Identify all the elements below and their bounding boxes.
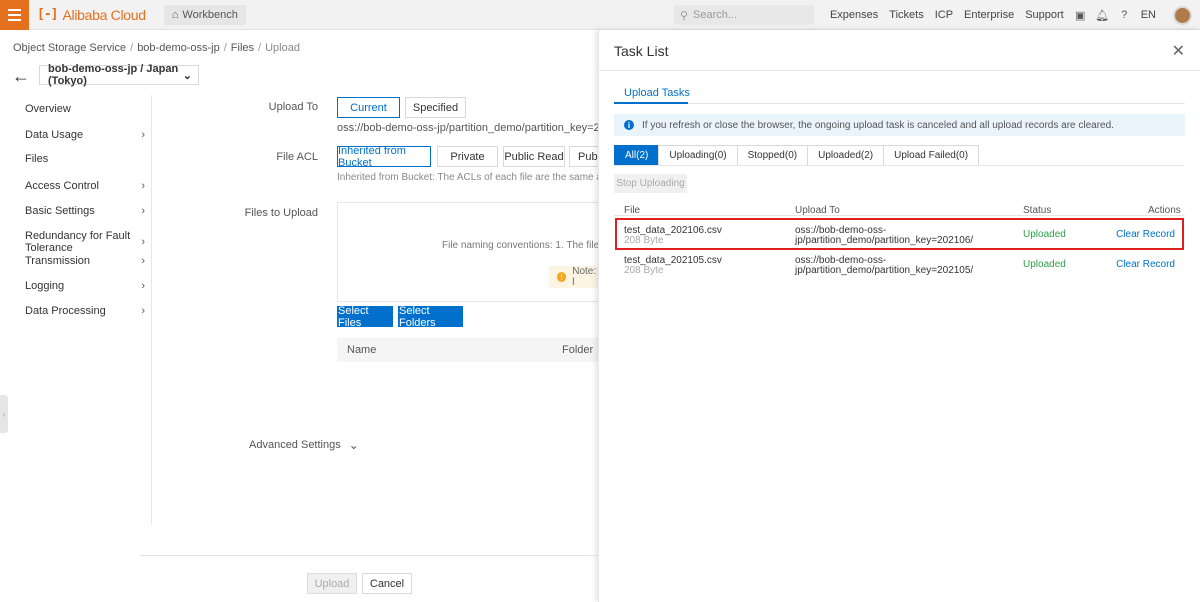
tab-upload-tasks[interactable]: Upload Tasks [614,87,700,103]
avatar[interactable] [1173,5,1192,25]
terminal-icon[interactable]: ▣ [1075,10,1086,22]
table-row: test_data_202105.csv 208 Byte oss://bob-… [614,250,1185,280]
overlay-mask [0,30,598,602]
status-filter-tabs: All(2) Uploading(0) Stopped(0) Uploaded(… [614,145,980,166]
search-icon: ⚲ [679,9,689,22]
enterprise-link[interactable]: Enterprise [964,9,1014,21]
tab-divider [614,103,1185,104]
alibaba-cloud-logo[interactable]: [-] Alibaba Cloud [37,7,146,23]
logo-text: Alibaba Cloud [62,6,146,23]
expenses-link[interactable]: Expenses [830,9,878,21]
active-tab-indicator [614,102,688,104]
icp-link[interactable]: ICP [935,9,953,21]
filter-upload-failed[interactable]: Upload Failed(0) [883,145,980,166]
support-link[interactable]: Support [1025,9,1064,21]
workbench-button[interactable]: ⌂ Workbench [163,4,246,25]
help-icon[interactable]: ? [1119,9,1130,21]
top-navigation-bar: [-] Alibaba Cloud ⌂ Workbench ⚲ Search..… [0,0,1200,30]
notification-bell-icon[interactable]: 🔔︎ [1095,10,1109,22]
panel-title: Task List [614,43,669,59]
highlight-box [615,218,1184,250]
divider [599,70,1200,71]
status-badge: Uploaded [1023,259,1066,270]
info-icon: i [624,120,634,130]
language-switch[interactable]: EN [1141,9,1156,21]
divider [614,215,1185,216]
filter-uploading[interactable]: Uploading(0) [658,145,738,166]
info-banner: i If you refresh or close the browser, t… [614,114,1185,136]
menu-icon[interactable] [0,0,29,30]
filter-all[interactable]: All(2) [614,145,660,166]
clear-record-link[interactable]: Clear Record [1116,260,1175,270]
close-icon[interactable]: ✕ [1172,41,1185,61]
divider [614,165,1185,166]
search-placeholder: Search... [693,9,738,21]
workbench-icon: ⌂ [171,8,179,21]
info-text: If you refresh or close the browser, the… [642,119,1114,131]
task-list-panel: Task List ✕ Upload Tasks i If you refres… [598,30,1200,602]
filter-stopped[interactable]: Stopped(0) [736,145,809,166]
search-input[interactable]: ⚲ Search... [673,5,814,25]
upload-path-line-2: jp/partition_demo/partition_key=202105/ [795,265,974,276]
tickets-link[interactable]: Tickets [889,9,923,21]
filter-uploaded[interactable]: Uploaded(2) [807,145,885,166]
file-size: 208 Byte [624,265,664,276]
stop-uploading-button[interactable]: Stop Uploading [614,174,687,193]
workbench-label: Workbench [182,8,238,21]
logo-mark: [-] [37,7,59,22]
